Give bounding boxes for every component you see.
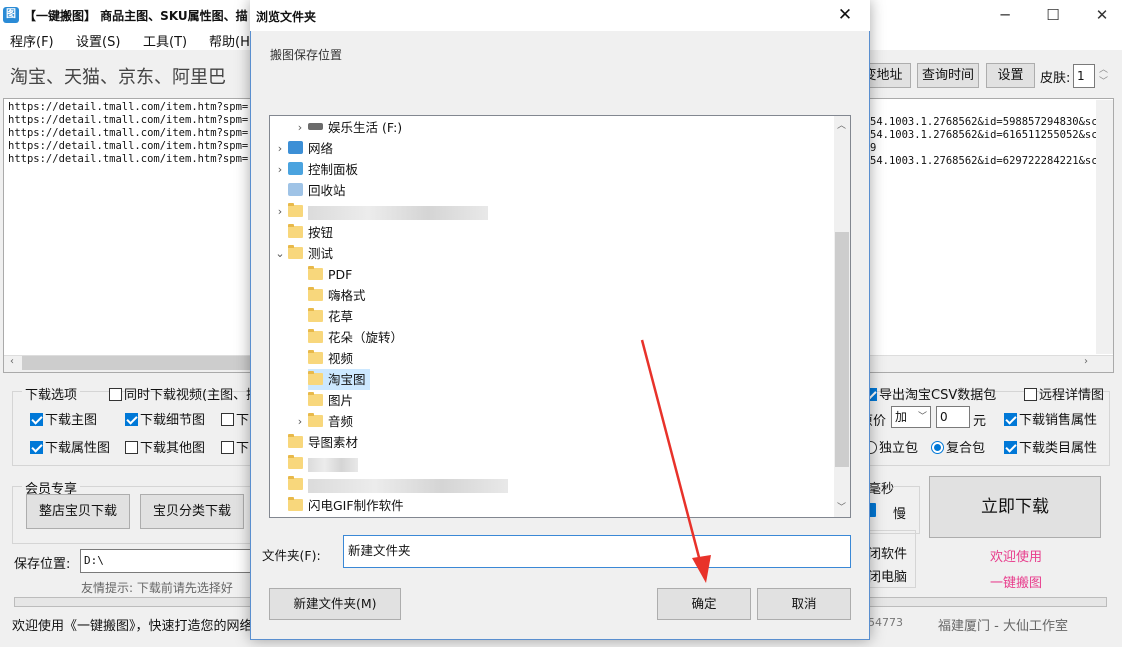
arrow-shaft [640,339,703,566]
annotation-arrow [640,339,711,583]
arrow-head [692,555,711,583]
